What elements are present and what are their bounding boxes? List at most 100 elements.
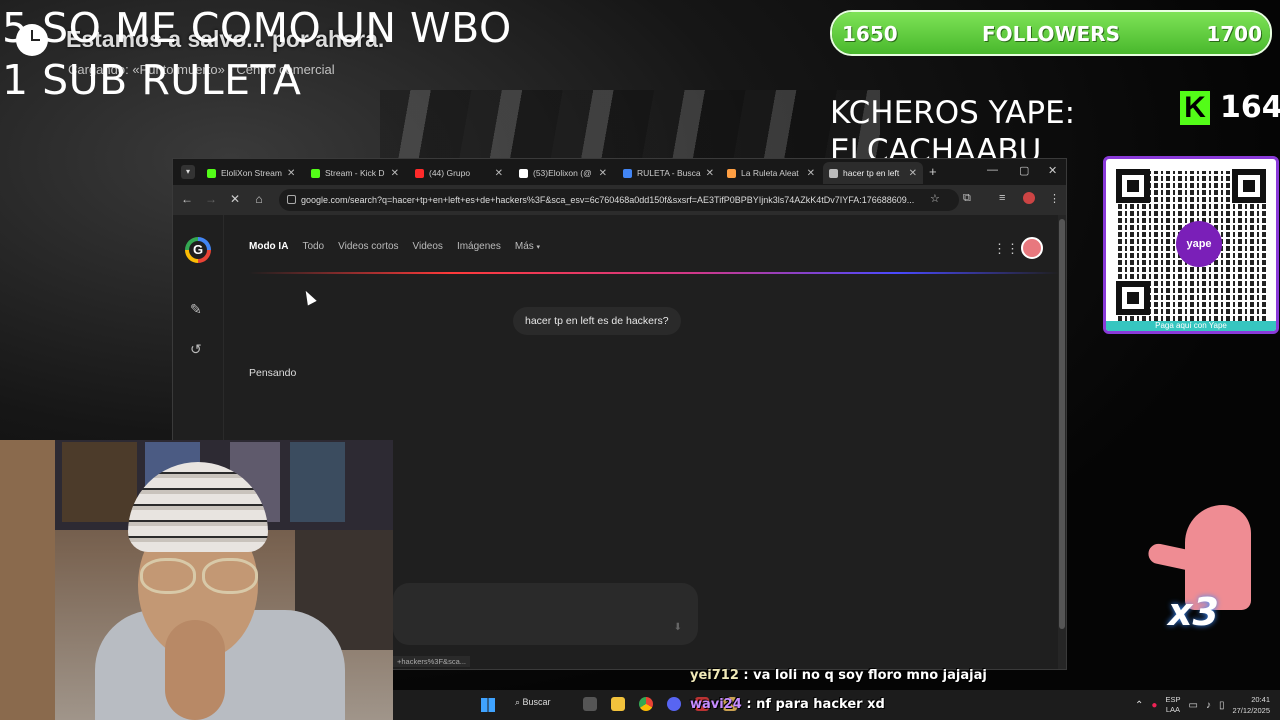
streamer-glasses bbox=[140, 558, 258, 594]
google-logo-icon[interactable] bbox=[185, 237, 211, 263]
close-tab-icon[interactable]: ✕ bbox=[287, 168, 295, 179]
webcam-feed bbox=[0, 440, 393, 720]
browser-tab[interactable]: La Ruleta Aleat ✕ bbox=[721, 162, 821, 184]
tab-imagenes[interactable]: Imágenes bbox=[457, 241, 501, 252]
loading-gradient-line bbox=[249, 272, 1059, 274]
game-scene bbox=[380, 90, 880, 160]
menu-icon[interactable]: ⋮ bbox=[1049, 192, 1060, 205]
tab-favicon-icon bbox=[207, 168, 216, 178]
account-avatar[interactable] bbox=[1021, 237, 1043, 259]
yape-note: Paga aquí con Yape bbox=[1106, 321, 1276, 331]
browser-tab[interactable]: RULETA - Busca ✕ bbox=[617, 162, 717, 184]
lang-top: ESP bbox=[1165, 695, 1181, 704]
tab-favicon-icon bbox=[519, 168, 528, 178]
bookmark-star-icon[interactable]: ☆ bbox=[930, 192, 940, 205]
browser-tab[interactable]: EloliXon Stream ✕ bbox=[201, 162, 301, 184]
file-explorer-icon[interactable] bbox=[611, 697, 625, 711]
tab-modo-ia[interactable]: Modo IA bbox=[249, 241, 288, 252]
maximize-icon[interactable]: ▢ bbox=[1019, 164, 1029, 177]
home-icon[interactable]: ⌂ bbox=[251, 192, 267, 206]
yape-qr-card: yape Paga aquí con Yape bbox=[1103, 156, 1279, 334]
tab-title: hacer tp en left bbox=[843, 168, 900, 178]
tab-title: (53)Elolixon (@ bbox=[533, 168, 592, 178]
extensions-icon[interactable]: ⧉ bbox=[963, 192, 971, 205]
system-tray: ⌃ ● ESP LAA ▭ ♪ ▯ 20:41 27/12/2025 bbox=[1135, 694, 1270, 716]
followers-label: FOLLOWERS bbox=[982, 22, 1120, 46]
task-view-icon[interactable] bbox=[583, 697, 597, 711]
discord-icon[interactable] bbox=[667, 697, 681, 711]
page-scrollbar[interactable] bbox=[1058, 215, 1066, 669]
new-chat-icon[interactable]: ✎ bbox=[190, 301, 202, 318]
followers-max: 1700 bbox=[1206, 22, 1262, 46]
kick-logo-icon: K bbox=[1180, 90, 1210, 125]
chat-username: wavi24 bbox=[690, 697, 742, 712]
mic-icon[interactable]: ⬇ bbox=[674, 622, 682, 633]
tab-mas[interactable]: Más ▾ bbox=[515, 241, 540, 252]
taskbar-search[interactable]: ⌕ Buscar bbox=[515, 697, 551, 708]
thinking-indicator: Pensando bbox=[249, 367, 297, 379]
close-tab-icon[interactable]: ✕ bbox=[495, 168, 503, 179]
kick-count-value: 164 bbox=[1220, 90, 1280, 125]
qr-finder-icon bbox=[1232, 169, 1266, 203]
back-icon[interactable]: ← bbox=[179, 192, 195, 206]
chrome-icon[interactable] bbox=[639, 697, 653, 711]
chevron-up-icon[interactable]: ⌃ bbox=[1135, 700, 1143, 711]
close-tab-icon[interactable]: ✕ bbox=[807, 168, 815, 179]
ask-input[interactable]: ⬇ bbox=[393, 583, 698, 645]
chat-message: wavi24 : nf para hacker xd bbox=[690, 697, 885, 712]
close-tab-icon[interactable]: ✕ bbox=[599, 168, 607, 179]
tab-favicon-icon bbox=[829, 168, 838, 178]
browser-tab[interactable]: Stream - Kick D ✕ bbox=[305, 162, 405, 184]
address-bar[interactable]: google.com/search?q=hacer+tp+en+left+es+… bbox=[279, 189, 959, 211]
taskbar-search-label: Buscar bbox=[522, 697, 551, 707]
browser-tab[interactable]: (44) Grupo ✕ bbox=[409, 162, 509, 184]
poster bbox=[290, 442, 345, 522]
close-tab-icon[interactable]: ✕ bbox=[909, 168, 917, 179]
qr-finder-icon bbox=[1116, 281, 1150, 315]
close-tab-icon[interactable]: ✕ bbox=[706, 168, 714, 179]
tab-title: RULETA - Busca bbox=[637, 168, 701, 178]
battery-icon[interactable]: ▯ bbox=[1219, 700, 1225, 711]
profile-icon[interactable] bbox=[1023, 192, 1035, 204]
windows-start-icon[interactable] bbox=[481, 698, 495, 712]
taskbar-clock[interactable]: 20:41 27/12/2025 bbox=[1232, 694, 1270, 716]
site-info-icon[interactable] bbox=[287, 195, 296, 204]
forward-icon[interactable]: → bbox=[203, 192, 219, 206]
tab-search-icon[interactable]: ▾ bbox=[181, 165, 195, 179]
tab-strip: ▾ EloliXon Stream ✕ Stream - Kick D ✕ (44) G… bbox=[173, 159, 1066, 185]
qr-finder-icon bbox=[1116, 169, 1150, 203]
tab-title: Stream - Kick D bbox=[325, 168, 385, 178]
browser-tab[interactable]: (53)Elolixon (@ ✕ bbox=[513, 162, 613, 184]
tab-favicon-icon bbox=[623, 168, 632, 178]
clock-time: 20:41 bbox=[1251, 695, 1270, 704]
language-indicator[interactable]: ESP LAA bbox=[1165, 695, 1180, 715]
address-url: google.com/search?q=hacer+tp+en+left+es+… bbox=[301, 195, 915, 205]
volume-icon[interactable]: ♪ bbox=[1206, 700, 1211, 711]
close-window-icon[interactable]: ✕ bbox=[1048, 164, 1057, 177]
chat-message: yei712 : va loli no q soy floro mno jaja… bbox=[690, 668, 987, 683]
minimize-icon[interactable]: — bbox=[987, 164, 998, 176]
tab-todo[interactable]: Todo bbox=[302, 241, 324, 252]
history-icon[interactable]: ↺ bbox=[190, 341, 202, 358]
browser-tab[interactable]: hacer tp en left ✕ bbox=[823, 162, 923, 184]
webcam-door bbox=[0, 440, 55, 720]
media-control-icon[interactable]: ≡ bbox=[999, 192, 1005, 204]
tab-videos[interactable]: Videos bbox=[413, 241, 443, 252]
network-icon[interactable]: ▭ bbox=[1188, 700, 1197, 711]
multiplier-badge: x3 bbox=[1168, 590, 1219, 634]
kick-viewer-count: K 164 bbox=[1180, 90, 1280, 125]
mic-icon[interactable]: ● bbox=[1151, 700, 1157, 711]
tab-title: La Ruleta Aleat bbox=[741, 168, 799, 178]
new-tab-button[interactable]: + bbox=[929, 164, 937, 179]
user-query-bubble: hacer tp en left es de hackers? bbox=[513, 307, 681, 335]
chat-text: : va loli no q soy floro mno jajajaj bbox=[743, 668, 987, 683]
chat-username: yei712 bbox=[690, 668, 739, 683]
stop-loading-icon[interactable]: ✕ bbox=[227, 192, 243, 206]
tab-favicon-icon bbox=[415, 168, 424, 178]
close-tab-icon[interactable]: ✕ bbox=[391, 168, 399, 179]
tab-videos-cortos[interactable]: Videos cortos bbox=[338, 241, 398, 252]
overlay-goal-line1: 5 SO ME COMO UN WBO bbox=[2, 4, 512, 52]
scrollbar-thumb[interactable] bbox=[1059, 219, 1065, 629]
chat-text: : nf para hacker xd bbox=[746, 697, 885, 712]
tab-title: EloliXon Stream bbox=[221, 168, 282, 178]
